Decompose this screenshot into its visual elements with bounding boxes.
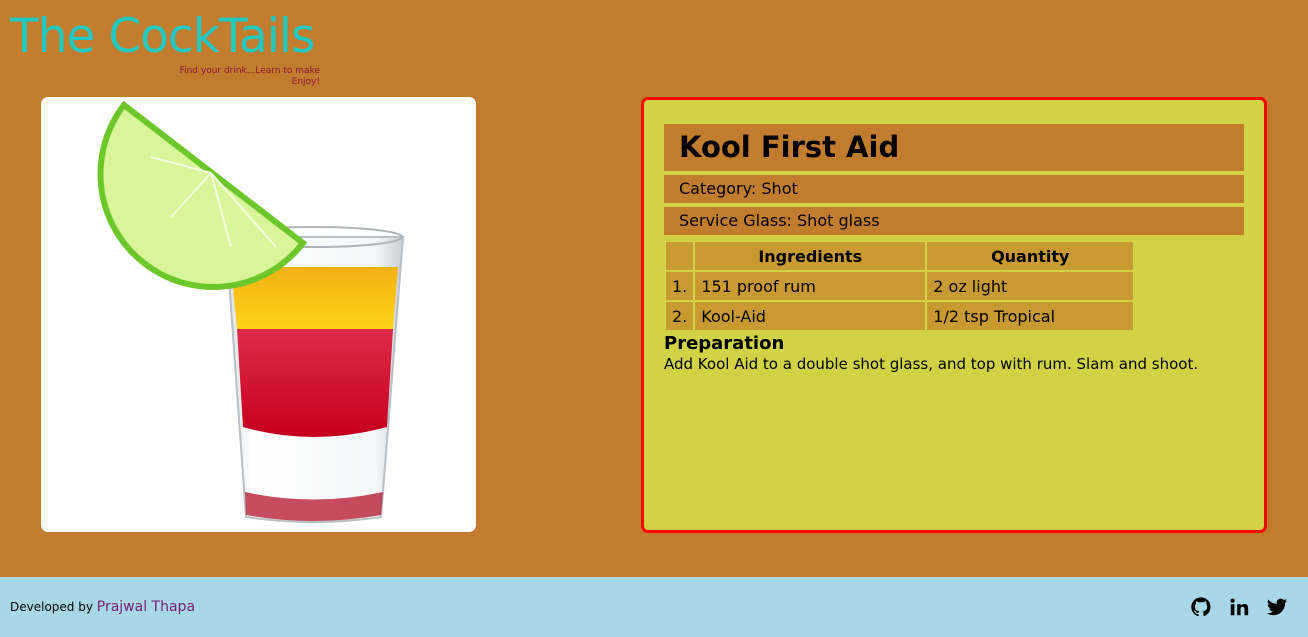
ingredient-number: 1.: [666, 272, 694, 300]
ingredients-table: Ingredients Quantity 1. 151 proof rum 2 …: [664, 240, 1135, 332]
preparation-title: Preparation: [664, 333, 785, 354]
developed-by-label: Developed by: [10, 600, 93, 614]
table-row: 2. Kool-Aid 1/2 tsp Tropical: [666, 302, 1134, 330]
table-row: 1. 151 proof rum 2 oz light: [666, 272, 1134, 300]
drink-name: Kool First Aid: [664, 124, 1244, 171]
ingredient-name: 151 proof rum: [695, 272, 926, 300]
ingredient-name: Kool-Aid: [695, 302, 926, 330]
twitter-icon[interactable]: [1266, 596, 1288, 618]
site-logo[interactable]: The CockTails Find your drink...Learn to…: [10, 8, 320, 88]
github-icon[interactable]: [1190, 596, 1212, 618]
preparation-text: Add Kool Aid to a double shot glass, and…: [664, 355, 1199, 373]
social-links: [1190, 596, 1288, 618]
ingredient-number: 2.: [666, 302, 694, 330]
tagline-line-2: Enjoy!: [291, 77, 320, 87]
header-number: [666, 242, 694, 270]
developer-link[interactable]: Prajwal Thapa: [97, 599, 195, 615]
site-title: The CockTails: [10, 9, 315, 64]
header-quantity: Quantity: [927, 242, 1134, 270]
header-ingredients: Ingredients: [695, 242, 926, 270]
table-header-row: Ingredients Quantity: [666, 242, 1134, 270]
drink-category: Category: Shot: [664, 175, 1244, 203]
site-tagline: Find your drink...Learn to make Enjoy!: [10, 66, 320, 88]
footer: Developed by Prajwal Thapa: [0, 577, 1308, 637]
ingredient-quantity: 1/2 tsp Tropical: [927, 302, 1134, 330]
drink-glass: Service Glass: Shot glass: [664, 207, 1244, 235]
drink-image: [41, 97, 476, 532]
ingredient-quantity: 2 oz light: [927, 272, 1134, 300]
tagline-line-1: Find your drink...Learn to make: [179, 66, 320, 76]
developer-credit: Developed by Prajwal Thapa: [10, 599, 195, 615]
linkedin-icon[interactable]: [1228, 596, 1250, 618]
drink-detail-panel: Kool First Aid Category: Shot Service Gl…: [641, 97, 1267, 533]
